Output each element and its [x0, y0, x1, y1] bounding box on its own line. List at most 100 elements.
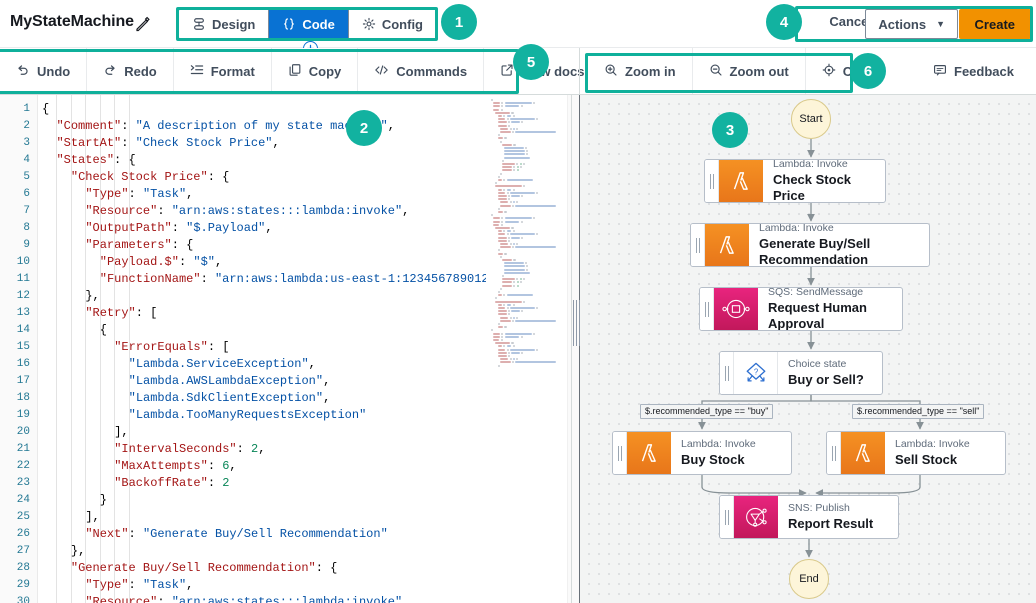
minimap-line — [515, 246, 556, 248]
code-line[interactable]: "Check Stock Price": { — [71, 169, 229, 186]
graph-node-buy[interactable]: Lambda: InvokeBuy Stock — [612, 431, 792, 475]
code-token: : — [179, 255, 193, 269]
node-drag-handle[interactable] — [700, 288, 714, 330]
workflow-graph-canvas[interactable]: Start End Lambda: InvokeCheck Stock Pric… — [580, 95, 1036, 603]
minimap-line — [510, 317, 512, 319]
node-drag-handle[interactable] — [613, 432, 627, 474]
code-line[interactable]: "Resource": "arn:aws:states:::lambda:inv… — [85, 203, 409, 220]
code-line[interactable]: { — [100, 322, 107, 339]
minimap-line — [513, 128, 515, 130]
format-button[interactable]: Format — [174, 48, 272, 94]
graph-node-sell[interactable]: Lambda: InvokeSell Stock — [826, 431, 1006, 475]
minimap-line — [511, 237, 520, 239]
code-line[interactable]: }, — [71, 543, 85, 560]
pencil-icon[interactable] — [135, 16, 151, 32]
node-drag-handle[interactable] — [720, 496, 734, 538]
graph-node-check[interactable]: Lambda: InvokeCheck Stock Price — [704, 159, 886, 203]
code-line[interactable]: "StartAt": "Check Stock Price", — [56, 135, 279, 152]
code-token: : [ — [136, 306, 158, 320]
code-line[interactable]: "Type": "Task", — [85, 577, 193, 594]
code-line[interactable]: "Lambda.TooManyRequestsException" — [129, 407, 367, 424]
code-line[interactable]: "Lambda.AWSLambdaException", — [129, 373, 331, 390]
minimap-line — [515, 320, 556, 322]
minimap-line — [521, 310, 523, 312]
code-line[interactable]: "Lambda.SdkClientException", — [129, 390, 331, 407]
minimap-line — [536, 192, 538, 194]
state-machine-editor-page: MyStateMachine Design Code Conf — [0, 0, 1036, 603]
actions-dropdown-button[interactable]: Actions ▼ — [865, 9, 958, 39]
code-line[interactable]: "ErrorEquals": [ — [114, 339, 229, 356]
node-drag-handle[interactable] — [705, 160, 719, 202]
code-line[interactable]: "Retry": [ — [85, 305, 157, 322]
code-line[interactable]: "Comment": "A description of my state ma… — [56, 118, 394, 135]
undo-button[interactable]: Undo — [0, 48, 87, 94]
code-minimap[interactable] — [489, 95, 561, 603]
node-drag-handle[interactable] — [691, 224, 705, 266]
code-token: : — [208, 459, 222, 473]
view-mode-segmented-control[interactable]: Design Code Config — [178, 9, 437, 39]
code-line[interactable]: { — [42, 101, 49, 118]
code-line[interactable]: ], — [114, 424, 128, 441]
node-drag-handle[interactable] — [827, 432, 841, 474]
minimap-line — [504, 157, 530, 159]
code-line[interactable]: "Parameters": { — [85, 237, 193, 254]
minimap-line — [500, 201, 509, 203]
code-line[interactable]: } — [100, 492, 107, 509]
code-line[interactable]: "Lambda.ServiceException", — [129, 356, 316, 373]
line-number: 15 — [17, 339, 30, 356]
minimap-line — [498, 237, 507, 239]
minimap-line — [502, 285, 512, 287]
feedback-button[interactable]: Feedback — [917, 48, 1030, 94]
line-number: 9 — [23, 237, 30, 254]
code-text-area[interactable]: { "Comment": "A description of my state m… — [38, 95, 486, 603]
tab-design[interactable]: Design — [179, 10, 269, 38]
copy-button[interactable]: Copy — [272, 48, 359, 94]
pane-splitter-handle[interactable] — [571, 95, 580, 603]
minimap-line — [508, 198, 510, 200]
graph-node-report[interactable]: SNS: PublishReport Result — [719, 495, 899, 539]
graph-node-generate[interactable]: Lambda: InvokeGenerate Buy/Sell Recommen… — [690, 223, 930, 267]
code-line[interactable]: "FunctionName": "arn:aws:lambda:us-east-… — [100, 271, 486, 288]
code-line[interactable]: "States": { — [56, 152, 135, 169]
minimap-line — [500, 317, 509, 319]
redo-button[interactable]: Redo — [87, 48, 174, 94]
minimap-line — [504, 137, 506, 139]
minimap-line — [504, 262, 524, 264]
code-editor-pane[interactable]: 1234567891011121314151617181920212223242… — [0, 95, 579, 603]
code-line[interactable]: "Resource": "arn:aws:states:::lambda:inv… — [85, 594, 409, 603]
minimap-line — [507, 230, 512, 232]
minimap-line — [493, 102, 500, 104]
minimap-line — [508, 240, 510, 242]
code-line[interactable]: }, — [85, 288, 99, 305]
code-line[interactable]: "Next": "Generate Buy/Sell Recommendatio… — [85, 526, 387, 543]
code-line[interactable]: "Type": "Task", — [85, 186, 193, 203]
minimap-line — [504, 211, 506, 213]
code-line[interactable]: "BackoffRate": 2 — [114, 475, 229, 492]
graph-node-choice[interactable]: ?Choice stateBuy or Sell? — [719, 351, 883, 395]
node-drag-handle[interactable] — [720, 352, 734, 394]
minimap-line — [498, 115, 503, 117]
minimap-line — [507, 307, 509, 309]
code-token: "Parameters" — [85, 238, 171, 252]
tab-code[interactable]: Code — [269, 10, 349, 38]
create-button[interactable]: Create — [959, 9, 1031, 39]
node-title: Buy Stock — [681, 452, 756, 468]
code-line[interactable]: "Payload.$": "$", — [100, 254, 222, 271]
code-line[interactable]: "Generate Buy/Sell Recommendation": { — [71, 560, 337, 577]
code-line[interactable]: "OutputPath": "$.Payload", — [85, 220, 272, 237]
code-token: , — [388, 119, 395, 133]
graph-node-approval[interactable]: SQS: SendMessageRequest Human Approval — [699, 287, 903, 331]
code-line[interactable]: "IntervalSeconds": 2, — [114, 441, 265, 458]
zoom-out-button[interactable]: Zoom out — [693, 48, 806, 94]
minimap-line — [498, 230, 503, 232]
end-node[interactable]: End — [789, 559, 829, 599]
tab-config[interactable]: Config — [349, 10, 436, 38]
code-token: : — [129, 578, 143, 592]
start-node[interactable]: Start — [791, 99, 831, 139]
commands-button[interactable]: Commands — [358, 48, 484, 94]
code-line[interactable]: "MaxAttempts": 6, — [114, 458, 236, 475]
minimap-line — [521, 237, 523, 239]
zoom-in-button[interactable]: Zoom in — [588, 48, 693, 94]
code-line[interactable]: ], — [85, 509, 99, 526]
minimap-line — [495, 301, 522, 303]
